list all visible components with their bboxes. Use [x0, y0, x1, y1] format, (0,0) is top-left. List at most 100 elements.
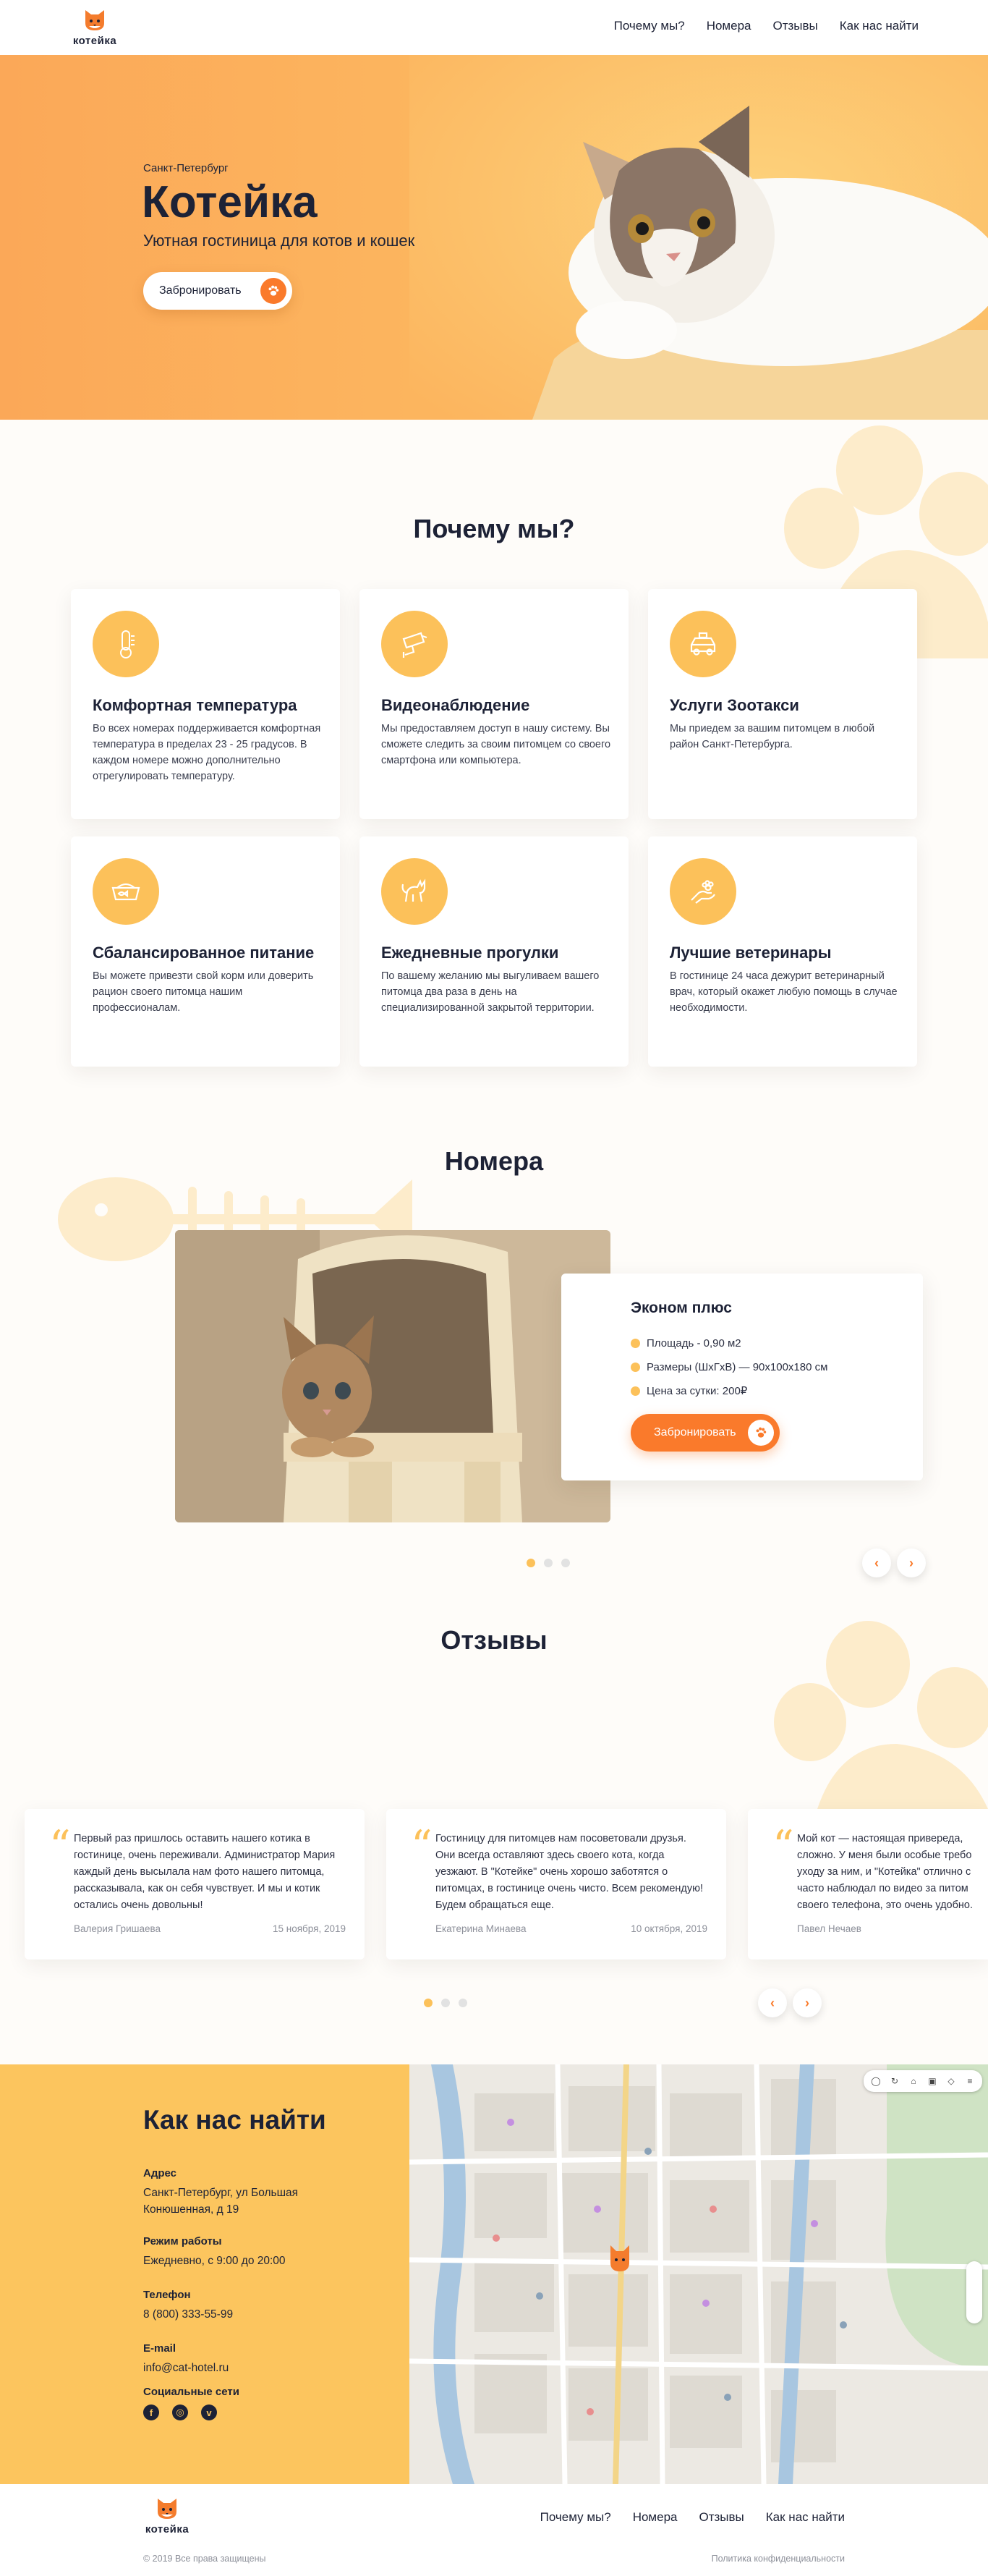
room-features: Площадь - 0,90 м2 Размеры (ШхГхВ) — 90х1… [631, 1331, 827, 1403]
feature-title: Ежедневные прогулки [381, 944, 559, 962]
footer-nav-contacts[interactable]: Как нас найти [766, 2510, 845, 2525]
map[interactable]: ◯ ↻ ⌂ ▣ ◇ ≡ [409, 2064, 988, 2484]
review-text: Мой кот — настоящая привереда, сложно. У… [797, 1833, 973, 1911]
walking-cat-icon [381, 858, 448, 925]
map-tool-icon[interactable]: ◇ [943, 2073, 959, 2089]
cat-logo-icon [85, 10, 104, 30]
paw-icon [260, 278, 286, 304]
contacts-section: Как нас найти Адрес Санкт-Петербург, ул … [0, 2064, 409, 2484]
review-card: “ Первый раз пришлось оставить нашего ко… [25, 1809, 365, 1959]
phone-value[interactable]: 8 (800) 333-55-99 [143, 2306, 233, 2323]
footer-nav-reviews[interactable]: Отзывы [699, 2510, 744, 2525]
social-links: f ◎ v [143, 2405, 217, 2420]
hero-city: Санкт-Петербург [143, 162, 229, 174]
feature-text: В гостинице 24 часа дежурит ветеринарный… [670, 970, 898, 1014]
facebook-icon[interactable]: f [143, 2405, 159, 2420]
nav-reviews[interactable]: Отзывы [773, 19, 818, 33]
phone-label: Телефон [143, 2289, 191, 2301]
feature-title: Комфортная температура [93, 696, 297, 714]
rooms-prev-button[interactable]: ‹ [862, 1548, 891, 1577]
footer-logo[interactable]: котейка [142, 2494, 192, 2538]
review-card: “ Гостиницу для питомцев нам посоветовал… [386, 1809, 726, 1959]
map-tool-icon[interactable]: ≡ [962, 2073, 978, 2089]
review-text: Гостиницу для питомцев нам посоветовали … [435, 1833, 704, 1911]
copyright: © 2019 Все права защищены [143, 2554, 266, 2564]
review-date: 10 октября, 2019 [631, 1923, 707, 1934]
hero-title: Котейка [142, 177, 318, 227]
instagram-icon[interactable]: ◎ [172, 2405, 188, 2420]
reviews-prev-button[interactable]: ‹ [758, 1988, 787, 2017]
cctv-camera-icon [381, 611, 448, 677]
hero-book-button[interactable]: Забронировать [143, 272, 292, 310]
feature-title: Видеонаблюдение [381, 696, 530, 714]
site-header: котейка Почему мы? Номера Отзывы Как нас… [0, 0, 988, 55]
pagination-dot[interactable] [527, 1559, 535, 1567]
room-feature: Площадь - 0,90 м2 [631, 1331, 827, 1355]
feature-title: Услуги Зоотакси [670, 696, 799, 714]
reviews-pagination [424, 1999, 467, 2007]
reviews-title: Отзывы [440, 1625, 548, 1655]
rooms-next-button[interactable]: › [897, 1548, 926, 1577]
footer-nav: Почему мы? Номера Отзывы Как нас найти [540, 2510, 845, 2525]
room-book-button[interactable]: Забронировать [631, 1414, 780, 1452]
footer-logo-text: котейка [145, 2523, 189, 2535]
review-author: Павел Нечаев [797, 1923, 861, 1934]
why-title: Почему мы? [413, 514, 575, 543]
footer-nav-why[interactable]: Почему мы? [540, 2510, 611, 2525]
site-footer: котейка Почему мы? Номера Отзывы Как нас… [0, 2484, 988, 2576]
review-author: Екатерина Минаева [435, 1923, 527, 1934]
nav-why[interactable]: Почему мы? [614, 19, 685, 33]
feature-card: Сбалансированное питание Вы можете приве… [71, 836, 340, 1067]
pagination-dot[interactable] [459, 1999, 467, 2007]
reviews-next-button[interactable]: › [793, 1988, 822, 2017]
map-tool-icon[interactable]: ↻ [887, 2073, 903, 2089]
vk-icon[interactable]: v [201, 2405, 217, 2420]
logo-text: котейка [72, 35, 117, 47]
hours-label: Режим работы [143, 2235, 222, 2247]
rooms-pagination [527, 1559, 570, 1567]
vet-hand-icon [670, 858, 736, 925]
review-date: 15 ноября, 2019 [273, 1923, 346, 1934]
address-value: Санкт-Петербург, ул Большая Конюшенная, … [143, 2187, 299, 2216]
taxi-icon [670, 611, 736, 677]
room-feature: Цена за сутки: 200₽ [631, 1379, 827, 1403]
rooms-title: Номера [444, 1146, 544, 1176]
feature-card: Лучшие ветеринары В гостинице 24 часа де… [648, 836, 917, 1067]
address-label: Адрес [143, 2167, 177, 2179]
nav-rooms[interactable]: Номера [707, 19, 751, 33]
map-zoom-control[interactable] [966, 2261, 982, 2323]
map-toolbar: ◯ ↻ ⌂ ▣ ◇ ≡ [864, 2070, 982, 2092]
pagination-dot[interactable] [544, 1559, 553, 1567]
hero-subtitle: Уютная гостиница для котов и кошек [143, 232, 415, 250]
feature-text: По вашему желанию мы выгуливаем вашего п… [381, 970, 600, 1014]
footer-nav-rooms[interactable]: Номера [633, 2510, 678, 2525]
contacts-title: Как нас найти [143, 2105, 326, 2135]
map-tool-icon[interactable]: ▣ [924, 2073, 940, 2089]
review-card: “ Мой кот — настоящая привереда, сложно.… [748, 1809, 988, 1959]
main-nav: Почему мы? Номера Отзывы Как нас найти [614, 19, 919, 33]
privacy-policy-link[interactable]: Политика конфиденциальности [712, 2554, 845, 2564]
room-book-label: Забронировать [654, 1426, 736, 1439]
feature-text: Во всех номерах поддерживается комфортна… [93, 723, 321, 782]
email-value[interactable]: info@cat-hotel.ru [143, 2360, 229, 2376]
review-author: Валерия Гришаева [74, 1923, 161, 1934]
feature-card: Услуги Зоотакси Мы приедем за вашим пито… [648, 589, 917, 819]
room-photo [175, 1230, 610, 1522]
feature-text: Мы предоставляем доступ в нашу систему. … [381, 723, 611, 766]
logo[interactable]: котейка [69, 6, 120, 49]
food-bowl-icon [93, 858, 159, 925]
quote-icon: “ [411, 1821, 433, 1870]
feature-card: Комфортная температура Во всех номерах п… [71, 589, 340, 819]
hero-cat-photo [409, 55, 988, 420]
pagination-dot[interactable] [424, 1999, 433, 2007]
feature-card: Ежедневные прогулки По вашему желанию мы… [359, 836, 629, 1067]
map-tool-icon[interactable]: ◯ [868, 2073, 884, 2089]
feature-title: Сбалансированное питание [93, 944, 315, 962]
social-label: Социальные сети [143, 2386, 239, 2398]
map-tool-icon[interactable]: ⌂ [906, 2073, 921, 2089]
room-card: Эконом плюс Площадь - 0,90 м2 Размеры (Ш… [561, 1274, 923, 1480]
pagination-dot[interactable] [561, 1559, 570, 1567]
feature-text: Вы можете привезти свой корм или доверит… [93, 970, 314, 1014]
pagination-dot[interactable] [441, 1999, 450, 2007]
nav-contacts[interactable]: Как нас найти [840, 19, 919, 33]
